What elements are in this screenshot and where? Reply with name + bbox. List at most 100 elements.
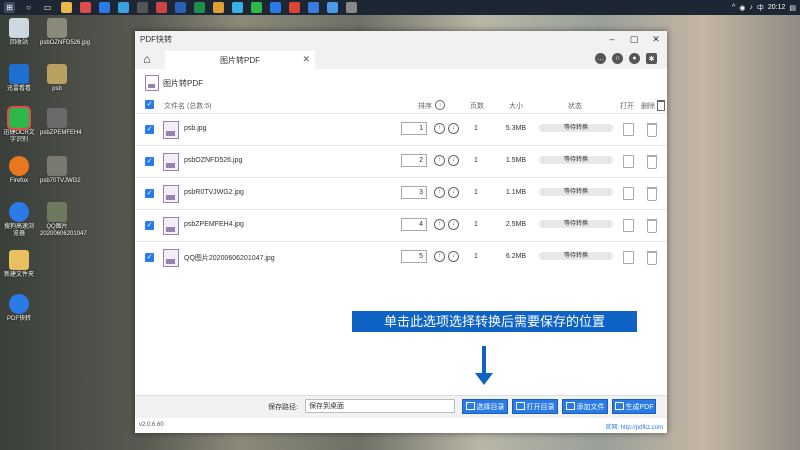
desktop-icon-psb[interactable]: psb (40, 64, 74, 93)
desktop-icon-pdfkz[interactable]: PDF快转 (2, 294, 36, 323)
desktop-icon-ocr[interactable]: 迅捷OCR文字识别 (2, 106, 36, 144)
delete-icon[interactable] (647, 155, 657, 169)
order-input[interactable]: 3 (401, 186, 427, 199)
row-checkbox[interactable]: ✓ (145, 221, 154, 230)
doc-icon[interactable] (308, 2, 319, 13)
move-down-icon[interactable]: ↓ (448, 219, 459, 230)
move-down-icon[interactable]: ↓ (448, 251, 459, 262)
move-up-icon[interactable]: ↑ (434, 251, 445, 262)
desktop-icon-psbOZNFD526[interactable]: psbOZNFD526.jpg (40, 18, 90, 47)
generate-pdf-button[interactable]: 生成PDF (612, 399, 656, 414)
move-down-icon[interactable]: ↓ (448, 123, 459, 134)
video-icon[interactable] (289, 2, 300, 13)
desktop-icon-psbZPEMFEH4[interactable]: psbZPEMFEH4 (40, 108, 82, 137)
game-icon[interactable] (156, 2, 167, 13)
delete-icon[interactable] (647, 123, 657, 137)
page-count: 1 (474, 125, 478, 132)
save-path-field[interactable]: 保存到桌面 (305, 399, 455, 413)
media-icon[interactable] (137, 2, 148, 13)
title-bar[interactable]: PDF快转 – ▢ ✕ (135, 31, 667, 48)
search-icon[interactable]: ○ (23, 2, 34, 13)
open-file-icon[interactable] (623, 187, 634, 200)
chat-icon[interactable]: … (595, 53, 606, 64)
row-checkbox[interactable]: ✓ (145, 157, 154, 166)
desktop-icon-firefox[interactable]: Firefox (2, 156, 36, 185)
table-row[interactable]: ✓ psb.jpg 1 ↑ ↓ 1 5.3MB 等待转换 (135, 113, 667, 145)
move-down-icon[interactable]: ↓ (448, 187, 459, 198)
order-input[interactable]: 4 (401, 218, 427, 231)
select-directory-button[interactable]: 选择目录 (462, 399, 508, 414)
drive-icon[interactable] (327, 2, 338, 13)
browser-icon[interactable] (80, 2, 91, 13)
image-file-icon (163, 185, 179, 203)
clock[interactable]: 20:12 (768, 4, 786, 11)
desktop-icon-new-folder[interactable]: 新建文件夹 (2, 250, 36, 279)
ime-icon[interactable]: 中 (757, 3, 764, 13)
app-window: PDF快转 – ▢ ✕ ⌂ 图片转PDF ✕ … ∩ ● ✱ 图片转PDF ✓ … (135, 31, 667, 433)
chat-icon[interactable] (232, 2, 243, 13)
file-name: psb.jpg (184, 125, 207, 132)
close-icon[interactable]: ✕ (645, 34, 667, 45)
order-input[interactable]: 1 (401, 122, 427, 135)
row-checkbox[interactable]: ✓ (145, 253, 154, 262)
minimize-icon[interactable]: – (601, 34, 623, 45)
delete-icon[interactable] (647, 219, 657, 233)
file-table: ✓ psb.jpg 1 ↑ ↓ 1 5.3MB 等待转换 ✓ psbOZNFD526.jpg 2 ↑ ↓… (135, 113, 667, 273)
add-file-button[interactable]: 添加文件 (562, 399, 608, 414)
edge-icon[interactable] (99, 2, 110, 13)
move-up-icon[interactable]: ↑ (434, 187, 445, 198)
gear-icon[interactable]: ✱ (646, 53, 657, 64)
delete-icon[interactable] (647, 187, 657, 201)
notification-icon[interactable]: ▤ (789, 4, 796, 12)
file-size: 5.3MB (505, 125, 527, 132)
open-file-icon[interactable] (623, 219, 634, 232)
table-row[interactable]: ✓ QQ图片20200606201047.jpg 5 ↑ ↓ 1 6.2MB 等待转换 (135, 241, 667, 273)
move-down-icon[interactable]: ↓ (448, 155, 459, 166)
open-file-icon[interactable] (623, 251, 634, 264)
row-checkbox[interactable]: ✓ (145, 125, 154, 134)
open-file-icon[interactable] (623, 123, 634, 136)
volume-icon[interactable]: ♪ (749, 4, 753, 11)
chevron-up-icon[interactable]: ^ (732, 4, 735, 11)
table-row[interactable]: ✓ psbR0TVJWG2.jpg 3 ↑ ↓ 1 1.1MB 等待转换 (135, 177, 667, 209)
delete-icon[interactable] (647, 251, 657, 265)
tab-close-icon[interactable]: ✕ (302, 54, 310, 65)
col-order[interactable]: 排序 (418, 101, 432, 111)
order-input[interactable]: 2 (401, 154, 427, 167)
delete-all-icon[interactable] (657, 100, 665, 111)
order-input[interactable]: 5 (401, 250, 427, 263)
desktop-icon-sogou[interactable]: 搜狗高速浏览器 (2, 202, 36, 238)
store-icon[interactable] (118, 2, 129, 13)
table-row[interactable]: ✓ psbZPEMFEH4.jpg 4 ↑ ↓ 1 2.5MB 等待转换 (135, 209, 667, 241)
save-path-label: 保存路径: (268, 404, 298, 411)
user-icon[interactable]: ● (629, 53, 640, 64)
network-icon[interactable]: ◉ (739, 4, 745, 12)
move-up-icon[interactable]: ↑ (434, 123, 445, 134)
headset-icon[interactable]: ∩ (612, 53, 623, 64)
move-up-icon[interactable]: ↑ (434, 155, 445, 166)
sort-icon[interactable]: ↓ (435, 100, 445, 110)
word-icon[interactable] (175, 2, 186, 13)
taskview-icon[interactable]: ▭ (42, 2, 53, 13)
folder-icon[interactable] (61, 2, 72, 13)
home-icon[interactable]: ⌂ (135, 52, 159, 66)
row-checkbox[interactable]: ✓ (145, 189, 154, 198)
website-link[interactable]: 官网: http://pdfkz.com (605, 422, 663, 431)
wechat-icon[interactable] (251, 2, 262, 13)
tencent-icon[interactable] (270, 2, 281, 13)
tab-image-to-pdf[interactable]: 图片转PDF ✕ (165, 51, 315, 69)
move-up-icon[interactable]: ↑ (434, 219, 445, 230)
settings-icon[interactable] (346, 2, 357, 13)
open-file-icon[interactable] (623, 155, 634, 168)
desktop-icon-psb70TVJWG2[interactable]: psb70TVJWG2 (40, 156, 81, 185)
select-all-checkbox[interactable]: ✓ (145, 100, 154, 109)
paint-icon[interactable] (213, 2, 224, 13)
excel-icon[interactable] (194, 2, 205, 13)
desktop-icon-qq-image[interactable]: QQ图片20200606201047 (40, 202, 87, 238)
maximize-icon[interactable]: ▢ (623, 34, 645, 45)
desktop-icon-xunlei[interactable]: 迅雷看看 (2, 64, 36, 93)
open-directory-button[interactable]: 打开目录 (512, 399, 558, 414)
desktop-icon-recycle-bin[interactable]: 回收站 (2, 18, 36, 47)
table-row[interactable]: ✓ psbOZNFD526.jpg 2 ↑ ↓ 1 1.5MB 等待转换 (135, 145, 667, 177)
start-icon[interactable]: ⊞ (4, 2, 15, 13)
